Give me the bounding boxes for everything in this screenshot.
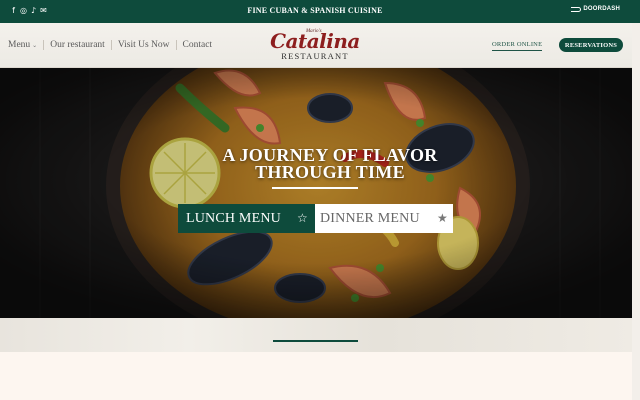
site-logo[interactable]: Mario's Catalina RESTAURANT: [262, 27, 368, 63]
dinner-menu-label: DINNER MENU: [320, 210, 420, 226]
paella-hero-image: [0, 68, 632, 318]
tagline: FINE CUBAN & SPANISH CUISINE: [247, 6, 383, 15]
nav-divider: [175, 40, 177, 50]
nav-divider: [43, 40, 45, 50]
hero-headline: A JOURNEY OF FLAVOR THROUGH TIME: [140, 146, 520, 182]
main-nav: Menu ⌄ Our restaurant Visit Us Now Contac…: [8, 40, 212, 50]
nav-item-our-restaurant[interactable]: Our restaurant: [50, 40, 105, 50]
section-divider-line: [273, 340, 358, 342]
nav-item-contact[interactable]: Contact: [183, 40, 213, 50]
nav-divider: [110, 40, 112, 50]
lunch-menu-button[interactable]: LUNCH MENU ☆: [178, 204, 315, 233]
section-divider-band: [0, 318, 632, 352]
hero-section: A JOURNEY OF FLAVOR THROUGH TIME LUNCH M…: [0, 68, 632, 318]
reservations-button[interactable]: RESERVATIONS: [559, 38, 623, 52]
chevron-down-icon: ⌄: [32, 42, 38, 49]
logo-script-text: Catalina: [270, 29, 360, 53]
lunch-menu-label: LUNCH MENU: [186, 210, 281, 226]
logo-subtitle: RESTAURANT: [281, 51, 349, 61]
star-filled-icon: ★: [437, 211, 448, 225]
top-bar: f ◎ ♪ ✉ FINE CUBAN & SPANISH CUISINE DOO…: [0, 0, 640, 23]
dinner-menu-button[interactable]: DINNER MENU ★: [315, 204, 453, 233]
nav-item-visit-us-now[interactable]: Visit Us Now: [118, 40, 170, 50]
nav-item-menu[interactable]: Menu ⌄: [8, 40, 37, 50]
doordash-link[interactable]: DOORDASH: [571, 6, 620, 12]
site-header: Menu ⌄ Our restaurant Visit Us Now Contac…: [0, 23, 632, 68]
page-scrollbar[interactable]: [632, 23, 640, 400]
nav-item-label: Menu: [8, 40, 31, 50]
doordash-label: DOORDASH: [583, 6, 620, 12]
doordash-icon: [571, 6, 582, 12]
order-online-link[interactable]: ORDER ONLINE: [492, 41, 543, 51]
star-outline-icon: ☆: [297, 211, 308, 225]
hero-headline-line2: THROUGH TIME: [255, 162, 405, 182]
headline-divider: [272, 187, 358, 189]
